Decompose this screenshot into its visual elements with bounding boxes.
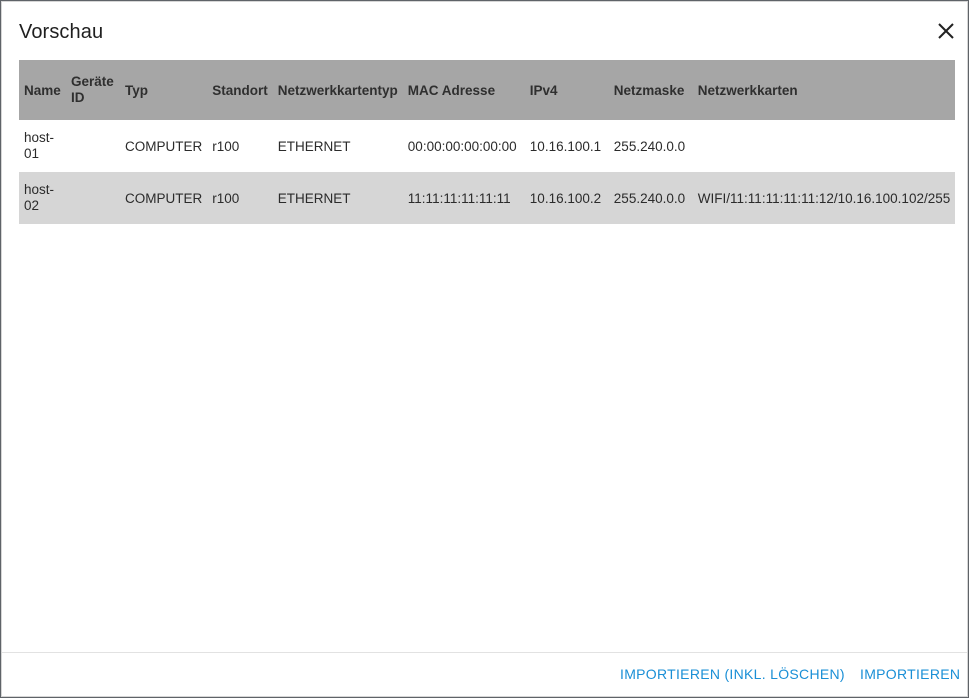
column-header-name: Name xyxy=(24,82,61,98)
footer-divider xyxy=(2,652,967,653)
cell-location: r100 xyxy=(212,138,240,154)
cell-device-id xyxy=(66,172,120,224)
column-header-type: Typ xyxy=(125,82,148,98)
preview-dialog: Vorschau Name Geräte ID Typ Standort Net… xyxy=(1,1,968,697)
import-button[interactable]: IMPORTIEREN xyxy=(860,666,960,682)
import-with-delete-button[interactable]: IMPORTIEREN (INKL. LÖSCHEN) xyxy=(620,666,845,682)
column-header-device-id: Geräte ID xyxy=(71,74,114,105)
cell-nic-type: ETHERNET xyxy=(277,190,351,206)
preview-table: Name Geräte ID Typ Standort Netzwerkkart… xyxy=(19,60,956,224)
preview-table-container[interactable]: Name Geräte ID Typ Standort Netzwerkkart… xyxy=(19,60,958,224)
cell-type: COMPUTER xyxy=(125,138,203,154)
cell-nics: WIFI/11:11:11:11:11:12/10.16.100.102/255 xyxy=(697,190,951,206)
column-header-location: Standort xyxy=(212,82,268,98)
column-header-mac: MAC Adresse xyxy=(407,82,496,98)
column-header-ipv4: IPv4 xyxy=(529,82,558,98)
close-icon[interactable] xyxy=(935,20,957,42)
cell-netmask: 255.240.0.0 xyxy=(613,190,686,206)
column-header-nic-type: Netzwerkkartentyp xyxy=(277,82,398,98)
table-header-row: Name Geräte ID Typ Standort Netzwerkkart… xyxy=(19,60,956,120)
cell-netmask: 255.240.0.0 xyxy=(613,138,686,154)
table-row[interactable]: host-01 COMPUTER r100 ETHERNET 00:00:00:… xyxy=(19,120,955,172)
cell-name: host-01 xyxy=(24,130,55,161)
cell-nics xyxy=(693,120,955,172)
cell-mac: 11:11:11:11:11:11 xyxy=(407,190,511,206)
cell-mac: 00:00:00:00:00:00 xyxy=(407,138,517,154)
column-header-nics: Netzwerkkarten xyxy=(697,82,798,98)
column-header-netmask: Netzmaske xyxy=(613,82,685,98)
dialog-header: Vorschau xyxy=(2,2,967,60)
cell-name: host-02 xyxy=(24,182,55,213)
cell-ipv4: 10.16.100.1 xyxy=(529,138,602,154)
cell-nic-type: ETHERNET xyxy=(277,138,351,154)
table-row[interactable]: host-02 COMPUTER r100 ETHERNET 11:11:11:… xyxy=(19,172,956,224)
cell-type: COMPUTER xyxy=(125,190,203,206)
cell-device-id xyxy=(66,120,120,172)
cell-ipv4: 10.16.100.2 xyxy=(529,190,602,206)
cell-location: r100 xyxy=(212,190,240,206)
dialog-title: Vorschau xyxy=(19,21,104,43)
